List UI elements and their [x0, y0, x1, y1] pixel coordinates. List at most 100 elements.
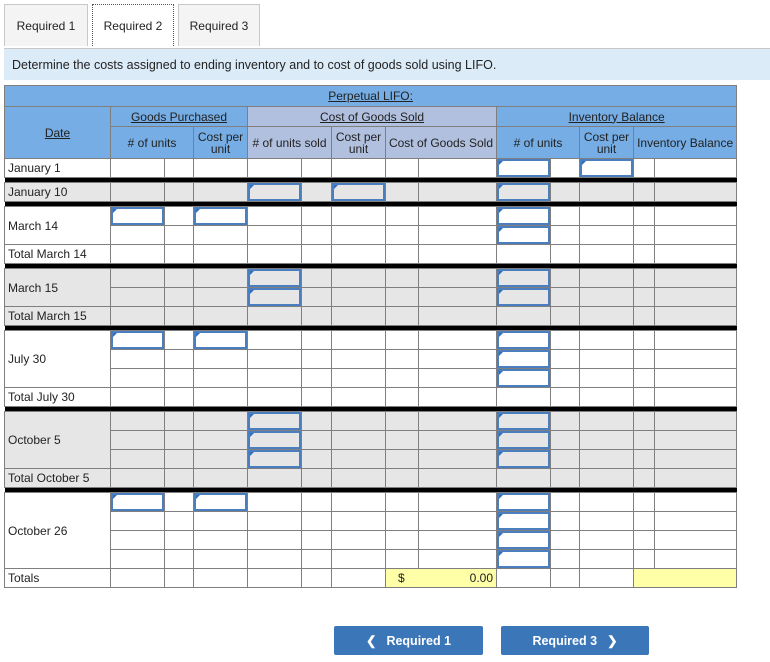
entry-input[interactable]: [111, 331, 164, 349]
table-cell: [633, 158, 655, 178]
entry-input[interactable]: [497, 512, 550, 530]
table-cell[interactable]: [110, 492, 165, 512]
entry-input[interactable]: [194, 207, 247, 225]
entry-input[interactable]: [497, 412, 550, 430]
tab-required-2[interactable]: Required 2: [92, 4, 174, 46]
entry-input[interactable]: [497, 159, 550, 177]
table-cell: [653, 368, 738, 388]
table-cell[interactable]: [496, 430, 551, 450]
table-cell: [301, 568, 332, 588]
tab-required-1[interactable]: Required 1: [4, 4, 88, 46]
entry-input[interactable]: [248, 431, 301, 449]
table-cell[interactable]: [496, 268, 551, 288]
entry-input[interactable]: [497, 331, 550, 349]
inv-units-header: # of units: [496, 126, 580, 159]
table-cell[interactable]: [496, 287, 551, 307]
table-cell: [418, 330, 497, 350]
entry-input[interactable]: [497, 183, 550, 201]
table-cell: [301, 244, 332, 264]
table-cell: [496, 387, 551, 407]
table-cell: [164, 158, 194, 178]
table-cell: [164, 330, 194, 350]
table-cell: [418, 492, 497, 512]
entry-input[interactable]: [194, 493, 247, 511]
table-cell: [247, 306, 302, 326]
chevron-left-icon: ❮: [365, 634, 377, 648]
entry-input[interactable]: [111, 207, 164, 225]
entry-input[interactable]: [497, 531, 550, 549]
table-cell: [110, 349, 165, 369]
table-cell[interactable]: [496, 449, 551, 469]
table-cell[interactable]: [193, 330, 248, 350]
table-cell[interactable]: [496, 411, 551, 431]
table-cell: [653, 244, 738, 264]
table-cell[interactable]: [247, 411, 302, 431]
table-cell[interactable]: [579, 158, 634, 178]
table-cell: [110, 387, 165, 407]
entry-input[interactable]: [332, 183, 385, 201]
entry-input[interactable]: [194, 331, 247, 349]
table-cell[interactable]: [496, 511, 551, 531]
table-cell: [331, 411, 386, 431]
table-cell[interactable]: [496, 182, 551, 202]
entry-input[interactable]: [111, 493, 164, 511]
table-cell[interactable]: [496, 349, 551, 369]
table-cell: [579, 449, 634, 469]
entry-input[interactable]: [248, 269, 301, 287]
table-cell: [653, 287, 738, 307]
table-cell[interactable]: [496, 530, 551, 550]
table-cell[interactable]: [496, 492, 551, 512]
tab-required-3[interactable]: Required 3: [178, 4, 260, 46]
table-cell: [331, 387, 386, 407]
table-cell[interactable]: [247, 287, 302, 307]
table-cell: [331, 158, 386, 178]
table-cell[interactable]: [496, 225, 551, 245]
table-cell: [653, 330, 738, 350]
table-cell: [110, 511, 165, 531]
next-required-3-button[interactable]: Required 3 ❯: [501, 626, 649, 655]
entry-input[interactable]: [248, 412, 301, 430]
table-cell[interactable]: [496, 206, 551, 226]
table-cell: [331, 306, 386, 326]
table-cell[interactable]: [247, 430, 302, 450]
entry-input[interactable]: [497, 450, 550, 468]
entry-input[interactable]: [248, 450, 301, 468]
table-cell: [550, 158, 580, 178]
table-cell[interactable]: [496, 330, 551, 350]
table-cell: [331, 287, 386, 307]
table-cell[interactable]: [193, 492, 248, 512]
table-cell[interactable]: [496, 158, 551, 178]
row-date-label: Totals: [4, 568, 111, 588]
table-cell[interactable]: [496, 368, 551, 388]
entry-input[interactable]: [248, 288, 301, 306]
table-cell: [110, 430, 165, 450]
table-cell: [331, 349, 386, 369]
table-cell: [579, 511, 634, 531]
table-cell[interactable]: [247, 449, 302, 469]
table-cell: [550, 530, 580, 550]
entry-input[interactable]: [580, 159, 633, 177]
entry-input[interactable]: [497, 369, 550, 387]
table-cell[interactable]: [247, 182, 302, 202]
entry-input[interactable]: [497, 431, 550, 449]
table-cell[interactable]: [247, 268, 302, 288]
table-cell[interactable]: [110, 206, 165, 226]
entry-input[interactable]: [497, 550, 550, 568]
table-cell[interactable]: [110, 330, 165, 350]
table-cell[interactable]: [193, 206, 248, 226]
table-cell[interactable]: [331, 182, 386, 202]
table-cell: [164, 349, 194, 369]
table-cell[interactable]: [496, 549, 551, 569]
entry-input[interactable]: [497, 288, 550, 306]
entry-input[interactable]: [497, 269, 550, 287]
entry-input[interactable]: [248, 183, 301, 201]
table-cell: [579, 225, 634, 245]
entry-input[interactable]: [497, 350, 550, 368]
entry-input[interactable]: [497, 207, 550, 225]
table-cell: [550, 182, 580, 202]
entry-input[interactable]: [497, 493, 550, 511]
entry-input[interactable]: [497, 226, 550, 244]
table-cell: [385, 468, 419, 488]
prev-required-1-button[interactable]: ❮ Required 1: [334, 626, 483, 655]
table-cell: [579, 368, 634, 388]
